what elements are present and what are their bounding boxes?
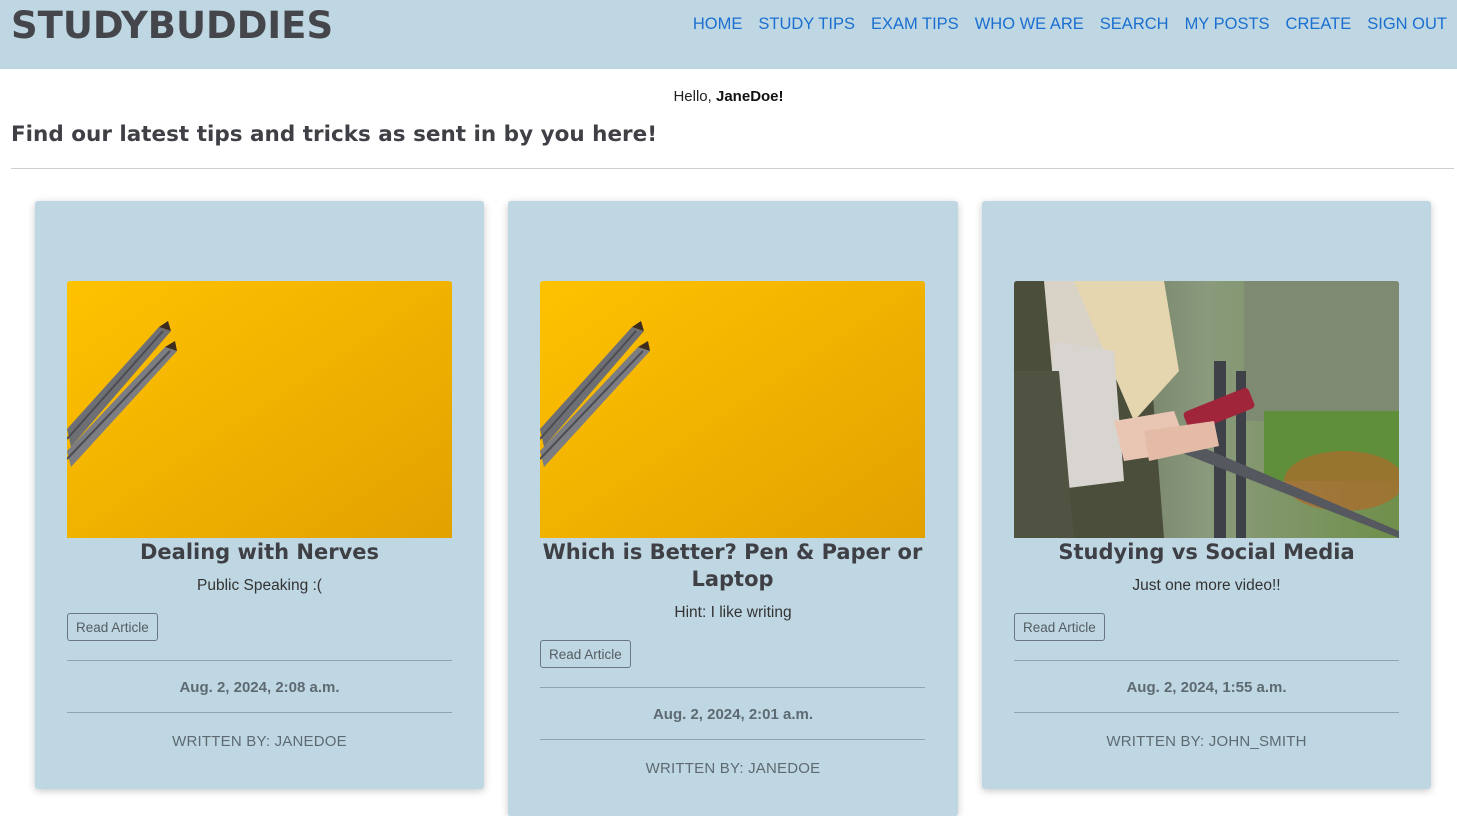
post-title[interactable]: Dealing with Nerves (59, 539, 460, 566)
card-divider (1014, 660, 1399, 661)
post-title[interactable]: Studying vs Social Media (1006, 539, 1407, 566)
post-image-pencils[interactable] (540, 281, 925, 538)
post-image-phone[interactable] (1014, 281, 1399, 538)
card-divider (67, 712, 452, 713)
post-author: WRITTEN BY: JANEDOE (172, 733, 347, 750)
post-card: Studying vs Social Media Just one more v… (982, 201, 1431, 789)
nav-who-we-are[interactable]: WHO WE ARE (975, 15, 1084, 34)
greeting: Hello, JaneDoe! (0, 88, 1457, 105)
nav-exam-tips[interactable]: EXAM TIPS (871, 15, 959, 34)
post-subtitle: Hint: I like writing (674, 604, 792, 621)
post-image-pencils[interactable] (67, 281, 452, 538)
page-headline: Find our latest tips and tricks as sent … (11, 122, 658, 147)
post-date: Aug. 2, 2024, 2:08 a.m. (179, 679, 340, 696)
headline-divider (11, 168, 1454, 169)
main-nav: HOME STUDY TIPS EXAM TIPS WHO WE ARE SEA… (693, 15, 1447, 34)
post-date: Aug. 2, 2024, 2:01 a.m. (652, 706, 814, 723)
nav-create[interactable]: CREATE (1286, 15, 1352, 34)
post-subtitle: Public Speaking :( (197, 577, 322, 594)
greeting-username: JaneDoe! (716, 88, 784, 105)
read-article-button[interactable]: Read Article (67, 613, 158, 641)
nav-my-posts[interactable]: MY POSTS (1185, 15, 1270, 34)
nav-study-tips[interactable]: STUDY TIPS (758, 15, 855, 34)
read-article-button[interactable]: Read Article (540, 640, 631, 668)
post-card: Dealing with Nerves Public Speaking :( R… (35, 201, 484, 789)
nav-home[interactable]: HOME (693, 15, 743, 34)
brand-logo[interactable]: STUDYBUDDIES (11, 4, 333, 47)
post-title[interactable]: Which is Better? Pen & Paper or Laptop (532, 539, 933, 593)
post-card: Which is Better? Pen & Paper or Laptop H… (508, 201, 958, 816)
nav-search[interactable]: SEARCH (1100, 15, 1169, 34)
card-divider (540, 687, 925, 688)
read-article-button[interactable]: Read Article (1014, 613, 1105, 641)
nav-sign-out[interactable]: SIGN OUT (1367, 15, 1447, 34)
top-navbar: STUDYBUDDIES HOME STUDY TIPS EXAM TIPS W… (0, 0, 1457, 69)
greeting-prefix: Hello, (673, 88, 716, 105)
post-author: WRITTEN BY: JOHN_SMITH (1106, 733, 1307, 750)
post-date: Aug. 2, 2024, 1:55 a.m. (1126, 679, 1287, 696)
post-author: WRITTEN BY: JANEDOE (645, 760, 821, 777)
card-divider (1014, 712, 1399, 713)
card-divider (67, 660, 452, 661)
post-subtitle: Just one more video!! (1132, 577, 1281, 594)
card-divider (540, 739, 925, 740)
